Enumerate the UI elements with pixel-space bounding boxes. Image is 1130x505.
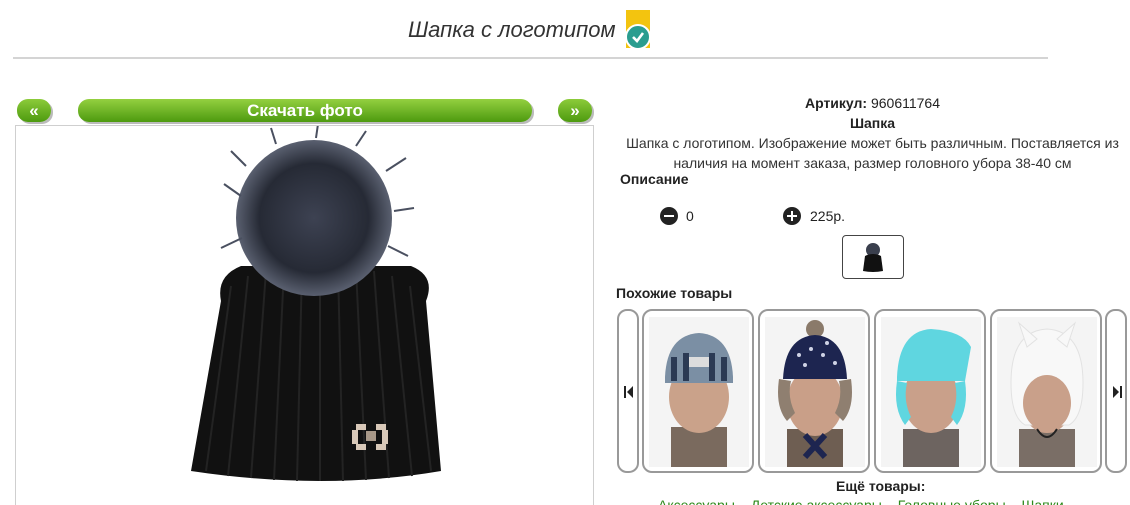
page-title: Шапка с логотипом: [407, 17, 616, 42]
minus-circle-icon[interactable]: [660, 207, 678, 225]
verified-check-icon: [624, 10, 652, 50]
variant-thumbnail[interactable]: [842, 235, 904, 279]
article-line: Артикул: 960611764: [605, 93, 1130, 113]
hat-image: [191, 123, 441, 482]
skip-back-icon[interactable]: [617, 309, 639, 473]
header-divider: [13, 57, 1048, 59]
product-thumbnail: [997, 317, 1097, 467]
article-value: 960611764: [870, 95, 941, 111]
category-link[interactable]: Головные уборы: [898, 497, 1006, 505]
similar-product-card[interactable]: [642, 309, 754, 473]
skip-forward-icon[interactable]: [1105, 309, 1127, 473]
similar-products-label: Похожие товары: [616, 285, 733, 301]
category-link[interactable]: Аксессуары: [658, 497, 735, 505]
category-links: Аксессуары Детские аксессуары Головные у…: [658, 497, 1076, 505]
article-label: Артикул:: [804, 95, 868, 111]
category-link[interactable]: Детские аксессуары: [751, 497, 882, 505]
product-photo[interactable]: [15, 123, 594, 505]
page-header: Шапка с логотипом: [0, 10, 1060, 50]
prev-photo-button[interactable]: «: [17, 99, 51, 122]
description-label: Описание: [620, 171, 689, 187]
product-thumbnail: [649, 317, 749, 467]
product-thumbnail: [765, 317, 865, 467]
similar-product-card[interactable]: [990, 309, 1102, 473]
plus-circle-icon[interactable]: [783, 207, 801, 225]
more-products-label: Ещё товары:: [836, 478, 926, 494]
product-type: Шапка: [849, 115, 896, 131]
product-thumbnail: [881, 317, 981, 467]
similar-product-card[interactable]: [874, 309, 986, 473]
product-description: Шапка с логотипом. Изображение может быт…: [626, 135, 1119, 171]
price-value: 225р.: [810, 208, 846, 224]
category-link[interactable]: Шапки: [1022, 497, 1064, 505]
download-photo-button[interactable]: Скачать фото: [78, 99, 532, 122]
quantity-value: 0: [686, 208, 694, 224]
product-details: Артикул: 960611764 Шапка Шапка с логотип…: [605, 93, 1130, 173]
next-photo-button[interactable]: »: [558, 99, 592, 122]
similar-product-card[interactable]: [758, 309, 870, 473]
